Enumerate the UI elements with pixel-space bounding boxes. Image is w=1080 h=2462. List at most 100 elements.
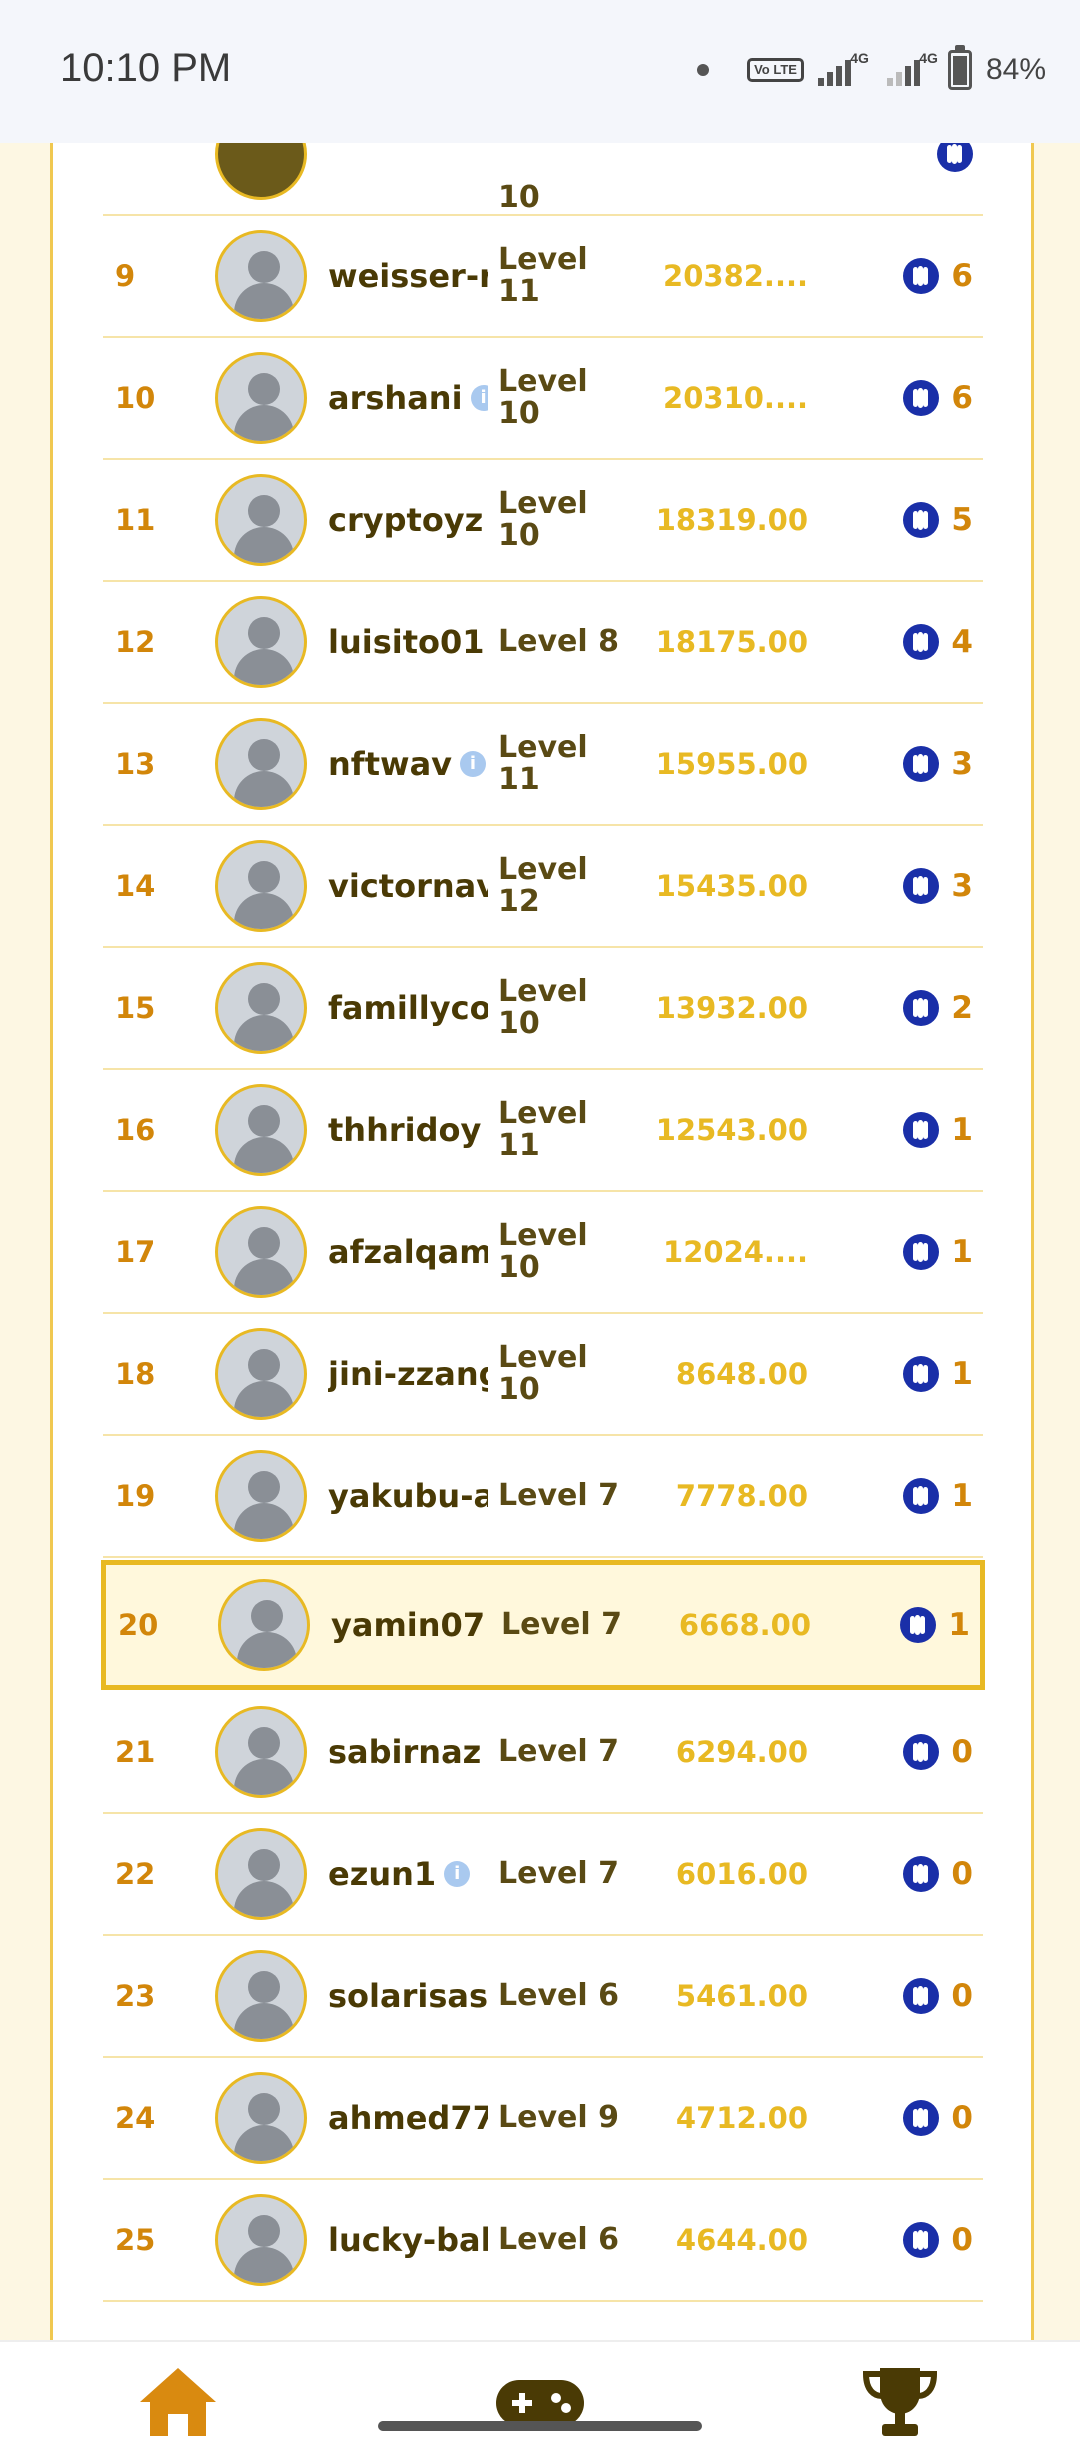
info-icon[interactable]: i — [460, 751, 487, 777]
avatar[interactable] — [218, 1579, 310, 1671]
reward-value: 0 — [951, 1856, 973, 1892]
username[interactable]: thhridoyi — [328, 1070, 488, 1190]
reward — [937, 143, 973, 214]
table-row[interactable]: 21 sabirnaz Level 7 6294.00 0 — [103, 1692, 983, 1814]
score: 6668.00 — [678, 1608, 811, 1642]
reward: 0 — [903, 2058, 973, 2178]
score: 5461.00 — [675, 1979, 808, 2013]
avatar[interactable] — [215, 1084, 307, 1176]
table-row-current-user[interactable]: 20 yamin07i Level 7 6668.00 1 — [101, 1560, 985, 1690]
avatar[interactable] — [215, 962, 307, 1054]
score: 15435.00 — [655, 869, 808, 903]
score: 18175.00 — [655, 625, 808, 659]
score: 8648.00 — [675, 1357, 808, 1391]
username[interactable]: yamin07i — [331, 1565, 491, 1685]
info-icon[interactable]: i — [470, 385, 488, 411]
table-row[interactable]: 10 arshani i Level 10 20310.... 6 — [103, 338, 983, 460]
avatar[interactable] — [215, 352, 307, 444]
bottom-nav — [0, 2340, 1080, 2462]
username[interactable]: yakubu-a — [328, 1436, 488, 1556]
reward: 3 — [903, 826, 973, 946]
username[interactable]: arshani i — [328, 338, 488, 458]
avatar[interactable] — [215, 230, 307, 322]
username[interactable]: sabirnaz — [328, 1692, 488, 1812]
username[interactable]: famillyco — [328, 948, 488, 1068]
level-text: Level 10 — [498, 364, 588, 431]
avatar[interactable] — [215, 1450, 307, 1542]
level-text: Level 6 — [498, 1978, 619, 2013]
table-row[interactable]: 12 luisito01i Level 8 18175.00 4 — [103, 582, 983, 704]
reward: 6 — [903, 216, 973, 336]
username[interactable]: weisser-r — [328, 216, 488, 336]
table-row[interactable]: 11 cryptoyz Level 10 18319.00 5 — [103, 460, 983, 582]
username-text: victornav — [328, 867, 488, 905]
table-row[interactable]: 19 yakubu-a Level 7 7778.00 1 — [103, 1436, 983, 1558]
reward: 3 — [903, 704, 973, 824]
status-time: 10:10 PM — [60, 46, 232, 90]
username[interactable]: luisito01i — [328, 582, 488, 702]
table-row[interactable]: 16 thhridoyiLevel 11 12543.00 1 — [103, 1070, 983, 1192]
avatar[interactable] — [215, 1328, 307, 1420]
table-row[interactable]: 9 weisser-r Level 11 20382.... 6 — [103, 216, 983, 338]
level-label: Level 12 — [498, 826, 628, 946]
level-label: Level 7 — [498, 1692, 628, 1812]
username-text: afzalqam — [328, 1233, 488, 1271]
avatar[interactable] — [215, 596, 307, 688]
username[interactable]: jini-zzang — [328, 1314, 488, 1434]
avatar[interactable] — [215, 718, 307, 810]
rank: 11 — [115, 503, 156, 537]
table-row[interactable]: 14 victornav Level 12 15435.00 3 — [103, 826, 983, 948]
table-row[interactable]: 15 famillyco Level 10 13932.00 2 — [103, 948, 983, 1070]
avatar[interactable] — [215, 1706, 307, 1798]
username[interactable]: cryptoyz — [328, 460, 488, 580]
system-home-handle[interactable] — [378, 2421, 702, 2431]
reward-value: 3 — [951, 868, 973, 904]
username[interactable]: afzalqam — [328, 1192, 488, 1312]
table-row[interactable]: 23 solarisast Level 6 5461.00 0 — [103, 1936, 983, 2058]
steem-icon — [903, 502, 940, 538]
username[interactable]: nftwav i — [328, 704, 488, 824]
reward: 5 — [903, 460, 973, 580]
steem-icon — [903, 2222, 940, 2258]
trophy-icon — [862, 2368, 938, 2436]
avatar[interactable] — [215, 2072, 307, 2164]
avatar[interactable] — [215, 1950, 307, 2042]
username[interactable]: ahmed77 — [328, 2058, 488, 2178]
avatar[interactable] — [215, 1828, 307, 1920]
rank: 10 — [115, 381, 156, 415]
score: 13932.00 — [655, 991, 808, 1025]
level-label: Level 11 — [498, 216, 628, 336]
nav-home[interactable] — [128, 2362, 228, 2442]
avatar[interactable] — [215, 1206, 307, 1298]
table-row[interactable]: 22 ezun1 i Level 7 6016.00 0 — [103, 1814, 983, 1936]
score: 12024.... — [663, 1235, 808, 1269]
battery-icon — [947, 45, 972, 90]
table-row[interactable]: 18 jini-zzang Level 10 8648.00 1 — [103, 1314, 983, 1436]
avatar[interactable] — [215, 474, 307, 566]
table-row[interactable]: 25 lucky-bal Level 6 4644.00 0 — [103, 2180, 983, 2302]
rank: 12 — [115, 625, 156, 659]
username-text: ezun1 — [328, 1855, 437, 1893]
avatar[interactable] — [215, 840, 307, 932]
steem-icon — [903, 1978, 940, 2014]
score: 4644.00 — [675, 2223, 808, 2257]
reward: 1 — [903, 1436, 973, 1556]
table-row[interactable]: 13 nftwav i Level 11 15955.00 3 — [103, 704, 983, 826]
network-type-label: 4G — [850, 50, 869, 66]
level-text: Level 7 — [498, 1478, 619, 1513]
reward: 6 — [903, 338, 973, 458]
username[interactable]: solarisast — [328, 1936, 488, 2056]
username[interactable]: ezun1 i — [328, 1814, 488, 1934]
username[interactable]: victornav — [328, 826, 488, 946]
level-label: Level 10 — [498, 460, 628, 580]
table-row[interactable]: 10 — [103, 143, 983, 216]
nav-leaderboard[interactable] — [850, 2362, 950, 2442]
username[interactable]: lucky-bal — [328, 2180, 488, 2300]
level-text: Level 10 — [498, 1218, 588, 1285]
table-row[interactable]: 17 afzalqam Level 10 12024.... 1 — [103, 1192, 983, 1314]
table-row[interactable]: 24 ahmed77 Level 9 4712.00 0 — [103, 2058, 983, 2180]
level-label: Level 10 — [498, 338, 628, 458]
reward: 1 — [900, 1565, 970, 1685]
avatar[interactable] — [215, 2194, 307, 2286]
info-icon[interactable]: i — [444, 1861, 471, 1887]
